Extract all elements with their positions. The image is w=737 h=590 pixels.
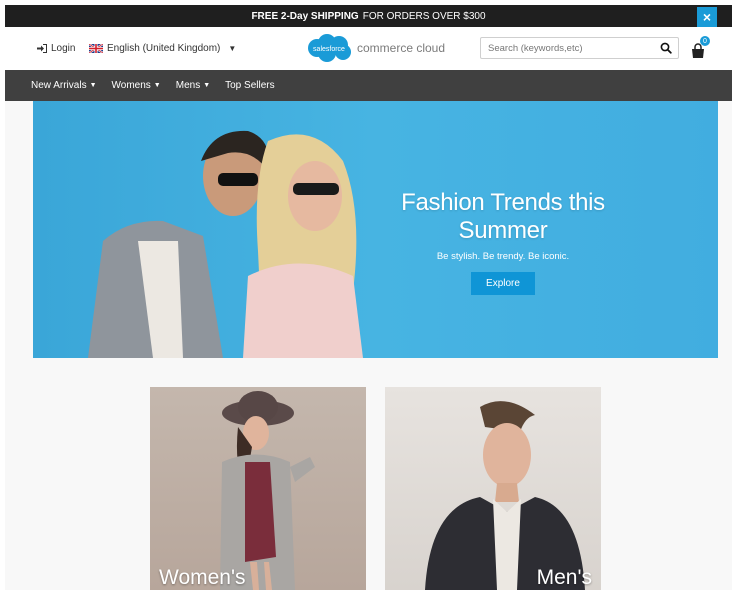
promo-close-button[interactable]: × <box>697 7 717 27</box>
chevron-down-icon: ▼ <box>89 82 97 89</box>
promo-banner: FREE 2-Day SHIPPING FOR ORDERS OVER $300… <box>5 5 732 27</box>
hero-text-block: Fashion Trends this Summer Be stylish. B… <box>363 189 643 295</box>
men-model-image <box>425 401 585 590</box>
login-label: Login <box>51 43 76 54</box>
sign-in-icon <box>37 44 47 53</box>
nav-item-new-arrivals[interactable]: New Arrivals ▼ <box>31 80 97 91</box>
category-label: Women's <box>159 566 246 589</box>
search-icon[interactable] <box>660 42 672 54</box>
promo-text: FOR ORDERS OVER $300 <box>362 10 486 22</box>
page: FREE 2-Day SHIPPING FOR ORDERS OVER $300… <box>5 5 732 590</box>
promo-bold-text: FREE 2-Day SHIPPING <box>251 10 359 22</box>
chevron-down-icon: ▼ <box>203 82 211 89</box>
nav-item-womens[interactable]: Womens ▼ <box>112 80 161 91</box>
logo-text: commerce cloud <box>357 41 446 55</box>
women-model-image <box>220 391 315 590</box>
uk-flag-icon <box>89 44 103 53</box>
cart-button[interactable]: 0 <box>690 36 712 61</box>
nav-item-mens[interactable]: Mens ▼ <box>176 80 210 91</box>
search-input[interactable] <box>481 38 651 59</box>
category-tile-womens[interactable]: Women's <box>150 387 366 590</box>
main-nav: New Arrivals ▼ Womens ▼ Mens ▼ Top Selle… <box>5 70 732 101</box>
hero-title: Fashion Trends this Summer <box>401 189 605 244</box>
hero-subtitle: Be stylish. Be trendy. Be iconic. <box>436 251 570 262</box>
language-label: English (United Kingdom) <box>107 43 221 54</box>
category-tile-mens[interactable]: Men's <box>385 387 601 590</box>
cart-count-badge: 0 <box>700 36 710 46</box>
nav-label: Top Sellers <box>225 80 275 91</box>
logo-badge-text: salesforce <box>313 46 345 53</box>
hero-banner: Fashion Trends this Summer Be stylish. B… <box>33 101 718 358</box>
category-label: Men's <box>536 566 592 589</box>
site-header: Login English (United Kingdom) ▼ salesfo… <box>5 27 732 70</box>
explore-button[interactable]: Explore <box>471 272 535 295</box>
chevron-down-icon: ▼ <box>153 82 161 89</box>
nav-item-top-sellers[interactable]: Top Sellers <box>225 80 274 91</box>
login-link[interactable]: Login <box>37 43 75 54</box>
close-icon: × <box>702 9 712 25</box>
chevron-down-icon: ▼ <box>228 44 237 53</box>
nav-label: Mens <box>175 80 201 91</box>
salesforce-cloud-logo: salesforce <box>308 34 351 62</box>
nav-label: New Arrivals <box>31 80 87 91</box>
nav-label: Womens <box>111 80 151 91</box>
hero-couple-image <box>88 130 363 358</box>
brand-logo[interactable]: salesforce commerce cloud <box>305 33 445 63</box>
search-box <box>480 37 679 59</box>
language-selector[interactable]: English (United Kingdom) ▼ <box>89 43 236 54</box>
